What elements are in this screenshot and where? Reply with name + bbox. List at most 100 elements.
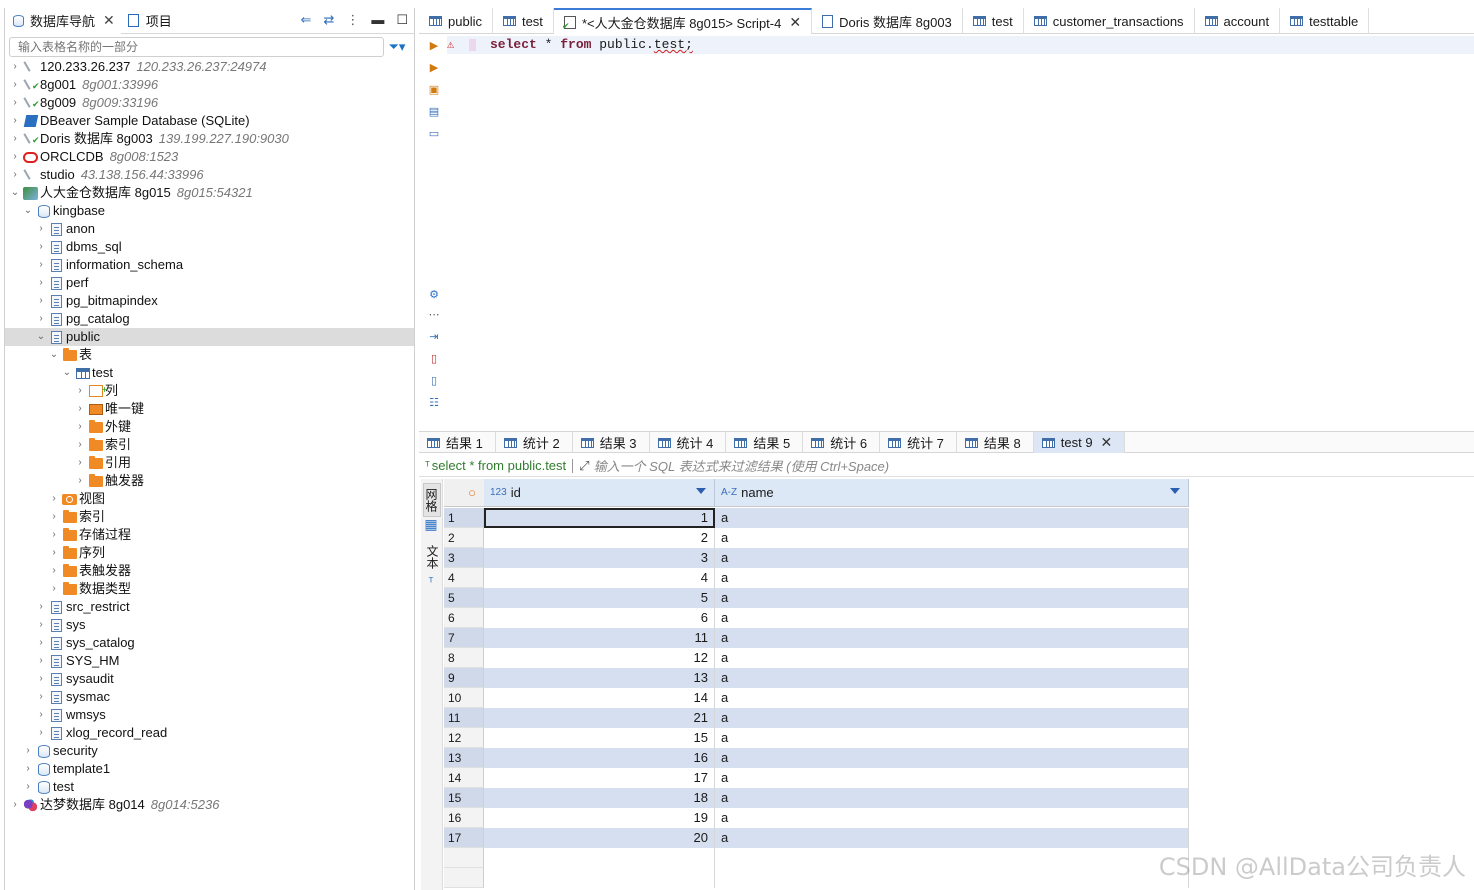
chevron-right-icon[interactable]: › [48, 544, 60, 562]
cell-id[interactable]: 17 [484, 768, 715, 788]
chevron-right-icon[interactable]: › [35, 706, 47, 724]
row-number[interactable]: 6 [444, 608, 484, 628]
cell-id[interactable]: 3 [484, 548, 715, 568]
tree-item[interactable]: › 索引 [5, 508, 414, 526]
table-row[interactable]: 16 19 a [444, 808, 1189, 828]
tree-item[interactable]: › 序列 [5, 544, 414, 562]
maximize-icon[interactable]: ☐ [396, 12, 408, 28]
tree-item[interactable]: › 外键 [5, 418, 414, 436]
cell-name[interactable]: a [715, 568, 1189, 588]
tree-item[interactable]: › 触发器 [5, 472, 414, 490]
table-row[interactable]: 66a [444, 608, 1189, 628]
editor-tab[interactable]: account [1195, 8, 1281, 34]
cell-name[interactable]: a [715, 728, 1189, 748]
tree-item[interactable]: › information_schema [5, 256, 414, 274]
editor-tab[interactable]: Doris 数据库 8g003 [812, 8, 963, 34]
cell-name[interactable]: a [715, 668, 1189, 688]
tree-item[interactable]: ⌄ kingbase [5, 202, 414, 220]
table-row[interactable]: 33a [444, 548, 1189, 568]
tree-item[interactable]: › 8g009 8g009:33196 [5, 94, 414, 113]
result-query-text[interactable]: select * from public.test [432, 458, 566, 473]
chevron-right-icon[interactable]: › [74, 418, 86, 436]
editor-tab[interactable]: test [963, 8, 1024, 34]
row-number[interactable]: 15 [444, 788, 484, 808]
sort-dropdown-icon[interactable] [1170, 488, 1180, 494]
cell-id[interactable]: 13 [484, 668, 715, 688]
chevron-right-icon[interactable]: › [48, 508, 60, 526]
chevron-right-icon[interactable]: › [48, 562, 60, 580]
tree-item[interactable]: › 表触发器 [5, 562, 414, 580]
chevron-right-icon[interactable]: › [35, 310, 47, 328]
chevron-right-icon[interactable]: › [22, 778, 34, 796]
row-number[interactable]: 14 [444, 768, 484, 788]
tree-item[interactable]: › anon [5, 220, 414, 238]
tree-item[interactable]: › SYS_HM [5, 652, 414, 670]
cell-id[interactable]: 21 [484, 708, 715, 728]
tree-item[interactable]: › dbms_sql [5, 238, 414, 256]
cell-name[interactable]: a [715, 688, 1189, 708]
table-row[interactable]: 22a [444, 528, 1189, 548]
table-row[interactable]: 9 13 a [444, 668, 1189, 688]
row-number[interactable]: 9 [444, 668, 484, 688]
cell-id[interactable]: 20 [484, 828, 715, 848]
chevron-right-icon[interactable]: › [35, 634, 47, 652]
tree-item[interactable]: › 存储过程 [5, 526, 414, 544]
cell-name[interactable]: a [715, 628, 1189, 648]
chevron-right-icon[interactable]: › [9, 148, 21, 166]
chevron-right-icon[interactable]: › [35, 724, 47, 742]
result-tab[interactable]: 结果 1 [419, 432, 496, 453]
cell-id[interactable]: 4 [484, 568, 715, 588]
row-number[interactable]: 8 [444, 648, 484, 668]
tree-item[interactable]: › pg_bitmapindex [5, 292, 414, 310]
result-tab[interactable]: test 9 ✕ [1033, 432, 1126, 453]
cell-id[interactable]: 11 [484, 628, 715, 648]
result-tab[interactable]: 结果 3 [573, 432, 650, 453]
chevron-down-icon[interactable]: ⌄ [9, 184, 21, 202]
tree-item[interactable]: › 120.233.26.237 120.233.26.237:24974 [5, 58, 414, 76]
chevron-right-icon[interactable]: › [35, 274, 47, 292]
chevron-right-icon[interactable]: › [9, 130, 21, 148]
row-number[interactable]: 12 [444, 728, 484, 748]
more-icon[interactable]: ⋯ [427, 307, 441, 321]
cell-id[interactable]: 6 [484, 608, 715, 628]
row-number[interactable]: 2 [444, 528, 484, 548]
row-number[interactable]: 3 [444, 548, 484, 568]
chevron-right-icon[interactable]: › [35, 616, 47, 634]
cell-name[interactable]: a [715, 528, 1189, 548]
editor-tab[interactable]: testtable [1280, 8, 1370, 34]
row-number[interactable]: 11 [444, 708, 484, 728]
editor-tab[interactable]: *<人大金仓数据库 8g015> Script-4 ✕ [553, 8, 813, 34]
chevron-right-icon[interactable]: › [9, 58, 21, 76]
tree-item[interactable]: › 视图 [5, 490, 414, 508]
chevron-right-icon[interactable]: › [74, 472, 86, 490]
chevron-right-icon[interactable]: › [35, 238, 47, 256]
chevron-right-icon[interactable]: › [9, 112, 21, 130]
cell-id[interactable]: 19 [484, 808, 715, 828]
close-icon[interactable]: ✕ [1101, 434, 1113, 451]
chevron-right-icon[interactable]: › [22, 760, 34, 778]
table-row[interactable]: 10 14 a [444, 688, 1189, 708]
table-row[interactable]: 55a [444, 588, 1189, 608]
tree-item[interactable]: › 8g001 8g001:33996 [5, 76, 414, 95]
text-icon[interactable]: ᵀ [424, 575, 438, 589]
tree-item[interactable]: › security [5, 742, 414, 760]
view-menu-icon[interactable]: ⋮ [346, 12, 359, 28]
tree-item[interactable]: ›列 [5, 382, 414, 400]
cell-name[interactable]: a [715, 788, 1189, 808]
chevron-right-icon[interactable]: › [35, 256, 47, 274]
chevron-right-icon[interactable]: › [74, 382, 86, 400]
outline-icon[interactable]: ☷ [427, 395, 441, 409]
row-number[interactable]: 1 [444, 508, 484, 528]
chevron-right-icon[interactable]: › [9, 166, 21, 184]
cell-name[interactable]: a [715, 768, 1189, 788]
close-icon[interactable]: ✕ [789, 14, 801, 31]
execute-statement-icon[interactable]: ▶ [427, 38, 441, 52]
chevron-down-icon[interactable]: ⌄ [61, 364, 73, 382]
sql-editor[interactable]: ▶ ▶ ▣ ▤ ▭ ⚙ ⋯ ⇥ ▯ ▯ ☷ ⚠ select * from pu… [419, 34, 1474, 429]
explain-plan-icon[interactable]: ▤ [427, 104, 441, 118]
cell-name[interactable]: a [715, 808, 1189, 828]
link-editor-icon[interactable]: ⇄ [323, 12, 334, 28]
file-error-icon[interactable]: ▯ [427, 351, 441, 365]
table-row[interactable]: 12 15 a [444, 728, 1189, 748]
collapse-all-icon[interactable]: ⇐ [301, 12, 312, 28]
